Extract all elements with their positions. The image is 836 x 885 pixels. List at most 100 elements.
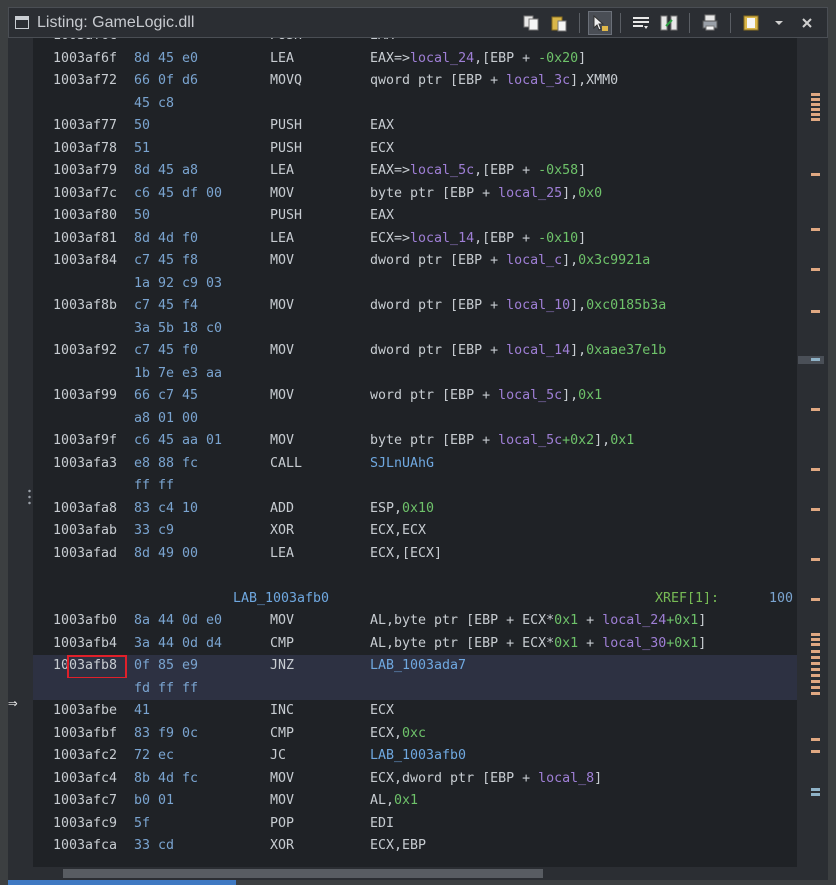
local-variable-ref[interactable]: local_24 (602, 613, 666, 628)
listing-row[interactable]: 1003afab 33 c9 XOR ECX,ECX (33, 520, 797, 543)
local-variable-ref[interactable]: local_5c (410, 163, 474, 178)
overview-marker[interactable] (811, 113, 820, 116)
symbol-ref[interactable]: LAB_1003ada7 (370, 658, 466, 673)
listing-row[interactable]: 1003af8b c7 45 f4 MOV dword ptr [EBP + loca… (33, 295, 797, 318)
overview-marker[interactable] (811, 268, 820, 271)
listing-row[interactable]: 1003afbf 83 f9 0c CMP ECX,0xc (33, 723, 797, 746)
symbol-ref[interactable]: LAB_1003afb0 (370, 748, 466, 763)
symbol-ref[interactable]: SJLnUAhG (370, 456, 434, 471)
overview-marker[interactable] (811, 674, 820, 677)
overview-marker[interactable] (811, 638, 820, 641)
snapshot-icon[interactable] (698, 11, 722, 35)
listing-row[interactable]: 1003af7c c6 45 df 00 MOV byte ptr [EBP + lo… (33, 183, 797, 206)
overview-marker[interactable] (811, 668, 820, 671)
overview-marker[interactable] (811, 643, 820, 646)
listing-fields-icon[interactable] (629, 11, 653, 35)
listing-row[interactable]: 1003af72 66 0f d6 MOVQ qword ptr [EBP + loc… (33, 70, 797, 93)
overview-marker[interactable] (811, 598, 820, 601)
listing-row[interactable]: 1003afc7 b0 01 MOV AL,0x1 (33, 790, 797, 813)
overview-marker[interactable] (811, 408, 820, 411)
listing-row[interactable]: 1a 92 c9 03 (33, 273, 797, 296)
listing-row[interactable]: 1003af78 51 PUSH ECX (33, 138, 797, 161)
instruction-mnemonic: XOR (270, 523, 295, 538)
listing-row[interactable]: 1003afc2 72 ec JC LAB_1003afb0 (33, 745, 797, 768)
close-icon[interactable] (795, 11, 819, 35)
listing-row[interactable]: 1003afb4 3a 44 0d d4 CMP AL,byte ptr [EBP +… (33, 633, 797, 656)
local-variable-ref[interactable]: local_24 (410, 51, 474, 66)
listing-row[interactable]: 1003af84 c7 45 f8 MOV dword ptr [EBP + loca… (33, 250, 797, 273)
overview-marker[interactable] (811, 108, 820, 111)
listing-row[interactable]: 1003af6f 8d 45 e0 LEA EAX=>local_24,[EBP + … (33, 48, 797, 71)
listing-row[interactable]: 1003af92 c7 45 f0 MOV dword ptr [EBP + loca… (33, 340, 797, 363)
overview-marker[interactable] (811, 750, 820, 753)
local-variable-ref[interactable]: local_5c (498, 433, 562, 448)
cursor-select-icon[interactable] (588, 11, 612, 35)
listing-row[interactable]: ff ff (33, 475, 797, 498)
overview-marker[interactable] (811, 93, 820, 96)
diff-icon[interactable] (657, 11, 681, 35)
local-variable-ref[interactable]: local_5c (498, 388, 562, 403)
menu-icon[interactable] (767, 11, 791, 35)
local-variable-ref[interactable]: local_30 (602, 636, 666, 651)
overview-marker[interactable] (811, 310, 820, 313)
local-variable-ref[interactable]: local_10 (506, 298, 570, 313)
listing-row[interactable]: 1003af80 50 PUSH EAX (33, 205, 797, 228)
overview-marker[interactable] (811, 118, 820, 121)
listing-row[interactable]: 1003afca 33 cd XOR ECX,EBP (33, 835, 797, 858)
overview-marker[interactable] (811, 358, 820, 361)
overview-marker[interactable] (811, 686, 820, 689)
listing-panel[interactable]: 1003af6cPUSHEAX1003af6f8d 45 e0LEAEAX=>l… (33, 38, 797, 867)
paste-icon[interactable] (547, 11, 571, 35)
overview-bar[interactable] (797, 38, 828, 880)
overview-marker[interactable] (811, 662, 820, 665)
overview-marker[interactable] (811, 738, 820, 741)
local-variable-ref[interactable]: local_3c (506, 73, 570, 88)
listing-row[interactable]: 1003af79 8d 45 a8 LEA EAX=>local_5c,[EBP + … (33, 160, 797, 183)
print-icon[interactable] (739, 11, 763, 35)
overview-marker[interactable] (811, 633, 820, 636)
listing-row[interactable]: 1003afc4 8b 4d fc MOV ECX,dword ptr [EBP + … (33, 768, 797, 791)
listing-row[interactable]: 1003afc9 5f POP EDI (33, 813, 797, 836)
listing-row[interactable]: 1003afb8 0f 85 e9 JNZ LAB_1003ada7 (33, 655, 797, 679)
label-row[interactable]: LAB_1003afb0 XREF[1]: 100 (33, 588, 797, 611)
local-variable-ref[interactable]: local_25 (498, 186, 562, 201)
overview-marker[interactable] (811, 692, 820, 695)
overview-marker[interactable] (811, 173, 820, 176)
listing-row[interactable]: a8 01 00 (33, 408, 797, 431)
horizontal-scrollbar[interactable] (33, 867, 797, 880)
listing-row[interactable]: 1003af81 8d 4d f0 LEA ECX=>local_14,[EBP + … (33, 228, 797, 251)
listing-row[interactable]: 45 c8 (33, 93, 797, 116)
overview-marker[interactable] (811, 508, 820, 511)
overview-marker[interactable] (811, 793, 820, 796)
listing-row[interactable]: 1003af9f c6 45 aa 01 MOV byte ptr [EBP + lo… (33, 430, 797, 453)
overview-marker[interactable] (811, 788, 820, 791)
overview-marker[interactable] (811, 103, 820, 106)
overview-marker[interactable] (811, 650, 820, 653)
copy-icon[interactable] (519, 11, 543, 35)
listing-row[interactable]: 1003afbe 41 INC ECX (33, 700, 797, 723)
overview-marker[interactable] (811, 680, 820, 683)
listing-row[interactable]: 1003af77 50 PUSH EAX (33, 115, 797, 138)
overview-marker[interactable] (811, 558, 820, 561)
listing-row[interactable]: 1003afb0 8a 44 0d e0 MOV AL,byte ptr [EBP +… (33, 610, 797, 633)
listing-row[interactable]: 1b 7e e3 aa (33, 363, 797, 386)
overview-marker[interactable] (811, 656, 820, 659)
overview-marker[interactable] (811, 98, 820, 101)
local-variable-ref[interactable]: local_8 (538, 771, 594, 786)
local-variable-ref[interactable]: local_14 (410, 231, 474, 246)
listing-row-partial[interactable]: 1003af6c PUSH EAX (33, 38, 797, 48)
local-variable-ref[interactable]: local_c (506, 253, 562, 268)
listing-row[interactable]: 1003afad 8d 49 00 LEA ECX,[ECX] (33, 543, 797, 566)
listing-row[interactable]: 1003afa3 e8 88 fc CALL SJLnUAhG (33, 453, 797, 476)
local-variable-ref[interactable]: local_14 (506, 343, 570, 358)
horizontal-scrollbar-thumb[interactable] (63, 869, 543, 878)
overview-marker[interactable] (811, 468, 820, 471)
listing-row[interactable]: 1003afa8 83 c4 10 ADD ESP,0x10 (33, 498, 797, 521)
instruction-operands: byte ptr [EBP + local_5c+0x2],0x1 (370, 430, 634, 453)
operand-token: ,[EBP + (474, 50, 539, 66)
resize-grip-icon[interactable] (28, 488, 31, 506)
listing-row[interactable]: 1003af99 66 c7 45 MOV word ptr [EBP + local… (33, 385, 797, 408)
listing-row[interactable]: fd ff ff (33, 677, 797, 700)
overview-marker[interactable] (811, 228, 820, 231)
listing-row[interactable]: 3a 5b 18 c0 (33, 318, 797, 341)
